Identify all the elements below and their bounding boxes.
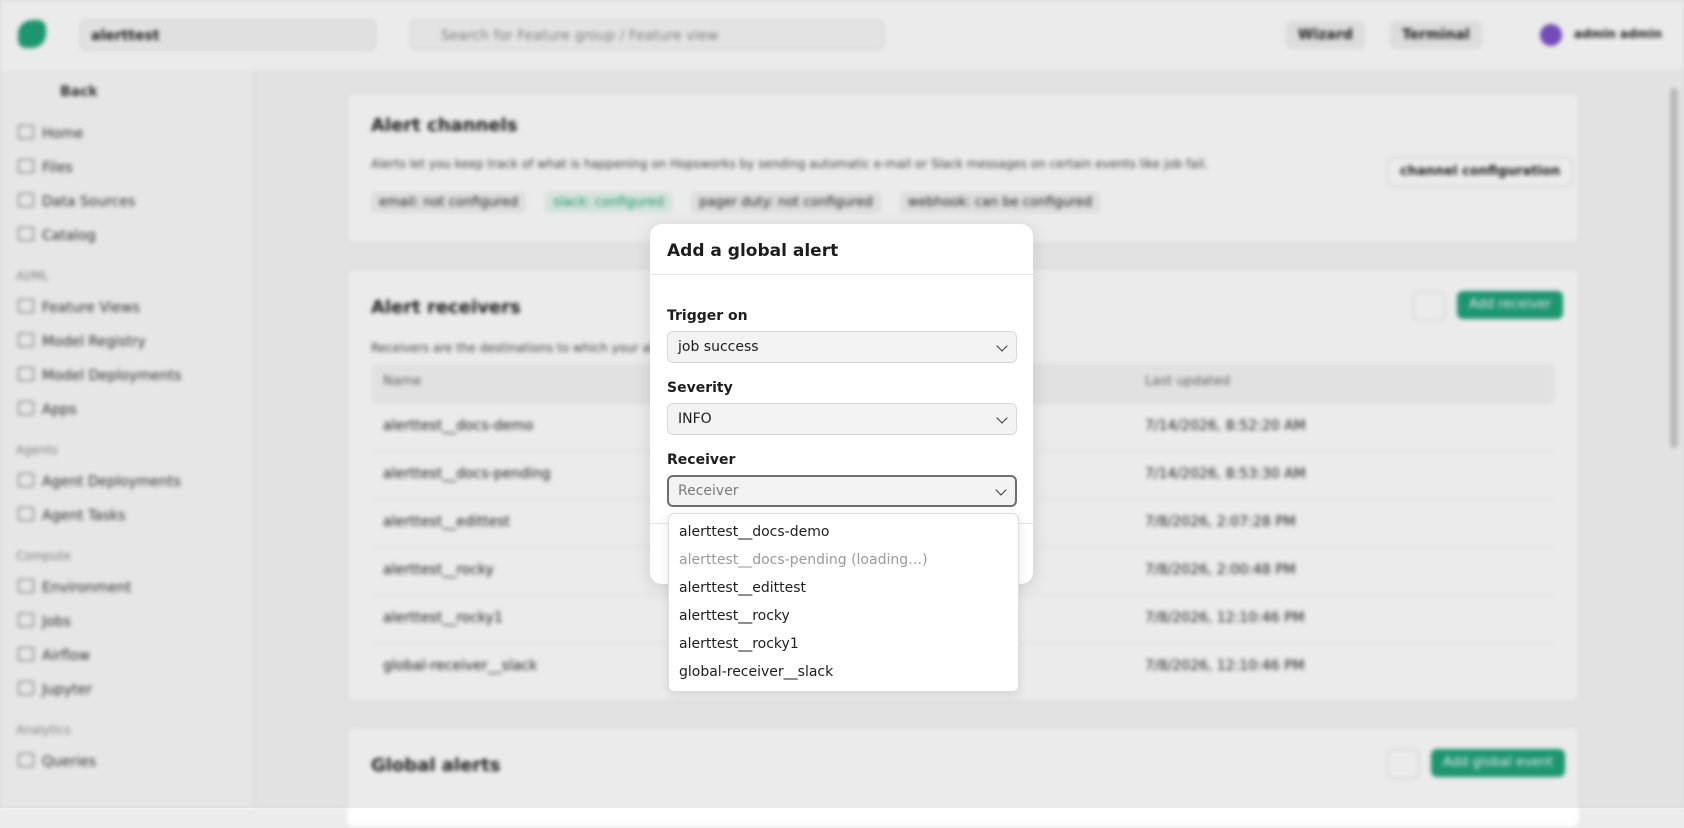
receiver-option[interactable]: alerttest__rocky <box>679 606 790 626</box>
chevron-down-icon <box>996 412 1008 424</box>
chevron-down-icon <box>996 340 1008 352</box>
severity-select[interactable]: INFO <box>667 403 1017 435</box>
receiver-option[interactable]: alerttest__edittest <box>679 578 806 598</box>
receiver-option-disabled: alerttest__docs-pending (loading…) <box>679 552 928 568</box>
trigger-value: job success <box>678 339 759 355</box>
receiver-select[interactable]: Receiver <box>667 475 1017 507</box>
dialog-divider <box>650 274 1033 275</box>
receiver-option[interactable]: alerttest__rocky1 <box>679 634 799 654</box>
severity-label: Severity <box>667 380 733 396</box>
receiver-option[interactable]: alerttest__docs-demo <box>679 522 829 542</box>
receiver-placeholder: Receiver <box>678 483 739 499</box>
receiver-label: Receiver <box>667 452 736 468</box>
trigger-label: Trigger on <box>667 308 748 324</box>
dialog-title: Add a global alert <box>667 241 839 261</box>
receiver-option[interactable]: global-receiver__slack <box>679 662 833 682</box>
severity-value: INFO <box>678 411 712 427</box>
trigger-select[interactable]: job success <box>667 331 1017 363</box>
receiver-dropdown-list: alerttest__docs-demo alerttest__docs-pen… <box>668 513 1019 692</box>
chevron-down-icon <box>995 484 1007 496</box>
